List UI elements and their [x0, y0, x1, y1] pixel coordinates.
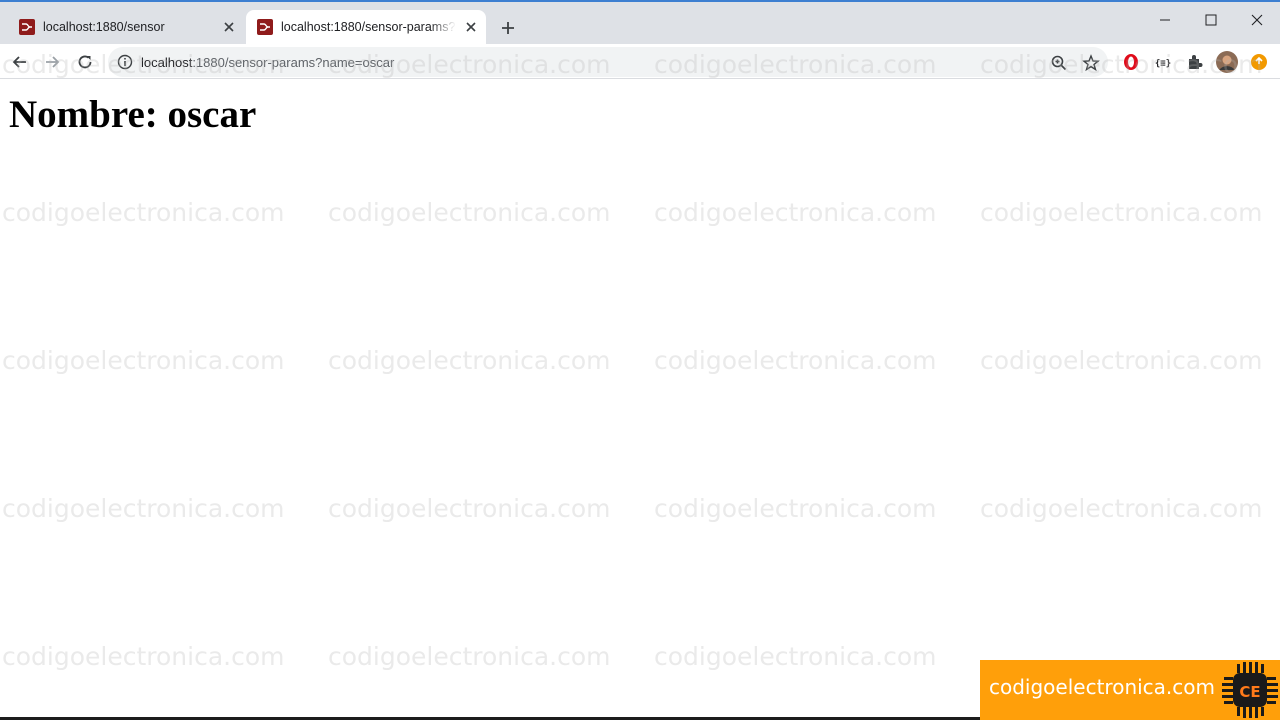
- watermark-text: codigoelectronica.com: [328, 346, 611, 375]
- watermark-text: codigoelectronica.com: [2, 198, 285, 227]
- watermark-text: codigoelectronica.com: [2, 642, 285, 671]
- minimize-icon[interactable]: [1142, 6, 1188, 34]
- update-icon[interactable]: [1250, 53, 1268, 71]
- address-url[interactable]: localhost:1880/sensor-params?name=oscar: [141, 55, 394, 70]
- logo-letters: CE: [1239, 683, 1260, 701]
- zoom-icon[interactable]: [1050, 54, 1068, 72]
- brand-badge: codigoelectronica.com CE: [980, 660, 1280, 720]
- tab-sensor[interactable]: localhost:1880/sensor: [8, 10, 244, 44]
- watermark-text: codigoelectronica.com: [980, 346, 1263, 375]
- maximize-icon[interactable]: [1188, 6, 1234, 34]
- watermark-text: codigoelectronica.com: [328, 198, 611, 227]
- back-icon[interactable]: [9, 51, 31, 73]
- address-bar[interactable]: localhost:1880/sensor-params?name=oscar: [108, 47, 1108, 77]
- new-tab-icon[interactable]: [498, 18, 518, 38]
- tab-sensor-params[interactable]: localhost:1880/sensor-params?name=oscar: [246, 10, 486, 44]
- star-icon[interactable]: [1082, 54, 1100, 72]
- tab-title: localhost:1880/sensor: [43, 20, 165, 34]
- node-red-favicon-icon: [257, 19, 273, 35]
- forward-icon[interactable]: [41, 51, 63, 73]
- close-window-icon[interactable]: [1234, 6, 1280, 34]
- watermark-text: codigoelectronica.com: [328, 494, 611, 523]
- watermark-text: codigoelectronica.com: [980, 494, 1263, 523]
- watermark-text: codigoelectronica.com: [654, 198, 937, 227]
- svg-text:{≡}: {≡}: [1155, 59, 1171, 69]
- page-heading: Nombre: oscar: [9, 93, 257, 136]
- watermark-text: codigoelectronica.com: [2, 494, 285, 523]
- node-red-favicon-icon: [19, 19, 35, 35]
- watermark-text: codigoelectronica.com: [2, 346, 285, 375]
- url-host: localhost: [141, 55, 193, 70]
- url-path: :1880/sensor-params?name=oscar: [192, 55, 395, 70]
- info-icon[interactable]: [117, 54, 133, 70]
- json-icon[interactable]: {≡}: [1153, 52, 1173, 72]
- avatar[interactable]: [1216, 51, 1238, 73]
- watermark-text: codigoelectronica.com: [980, 198, 1263, 227]
- reload-icon[interactable]: [74, 51, 96, 73]
- close-tab-icon[interactable]: [462, 18, 480, 36]
- opera-icon[interactable]: [1121, 52, 1141, 72]
- watermark-text: codigoelectronica.com: [654, 494, 937, 523]
- watermark-text: codigoelectronica.com: [654, 346, 937, 375]
- close-tab-icon[interactable]: [220, 18, 238, 36]
- brand-text: codigoelectronica.com: [989, 675, 1215, 699]
- tab-strip: localhost:1880/sensor localhost:1880/sen…: [0, 2, 1280, 44]
- chip-logo-icon: CE: [1220, 660, 1280, 720]
- watermark-text: codigoelectronica.com: [328, 642, 611, 671]
- browser-toolbar: localhost:1880/sensor-params?name=oscar …: [0, 44, 1280, 79]
- tab-title: localhost:1880/sensor-params?name=oscar: [281, 20, 456, 34]
- extensions-icon[interactable]: [1185, 52, 1205, 72]
- watermark-text: codigoelectronica.com: [654, 642, 937, 671]
